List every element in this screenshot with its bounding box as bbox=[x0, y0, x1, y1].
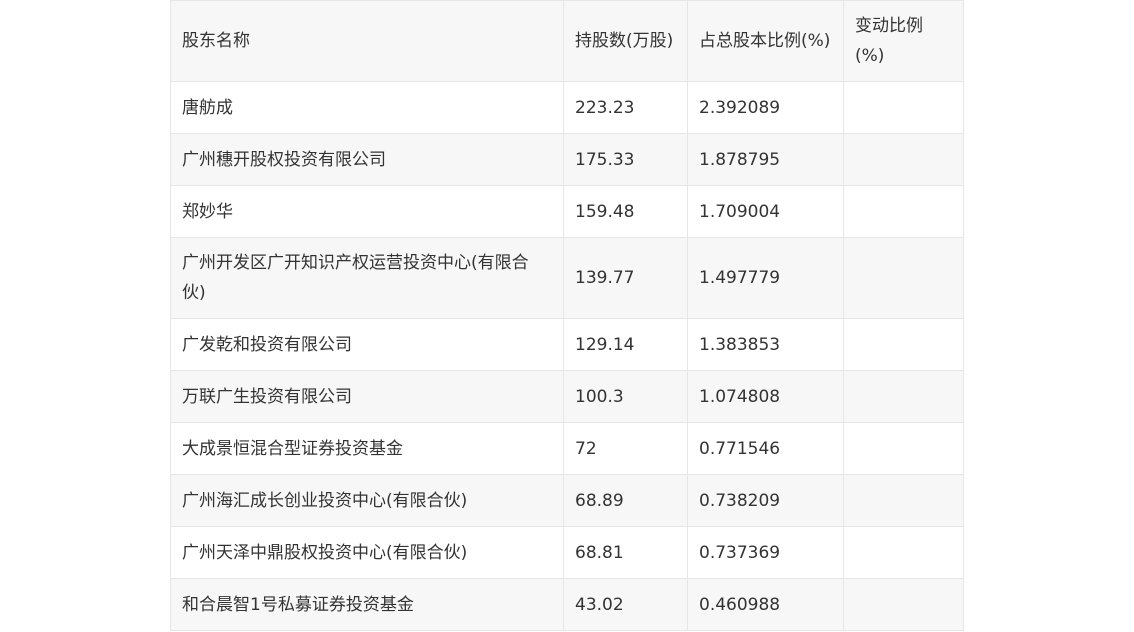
cell-shares: 129.14 bbox=[563, 318, 688, 371]
cell-shares: 139.77 bbox=[563, 237, 688, 319]
cell-ratio: 1.383853 bbox=[687, 318, 844, 371]
cell-ratio: 2.392089 bbox=[687, 81, 844, 134]
cell-change bbox=[843, 185, 964, 238]
cell-name: 大成景恒混合型证券投资基金 bbox=[170, 422, 564, 475]
header-ratio: 占总股本比例(%) bbox=[687, 0, 844, 82]
cell-shares: 159.48 bbox=[563, 185, 688, 238]
header-shareholder-name: 股东名称 bbox=[170, 0, 564, 82]
cell-change bbox=[843, 474, 964, 527]
shareholder-table: 股东名称 持股数(万股) 占总股本比例(%) 变动比例(%) 唐舫成 223.2… bbox=[170, 0, 964, 631]
cell-ratio: 1.074808 bbox=[687, 370, 844, 423]
cell-change bbox=[843, 370, 964, 423]
cell-change bbox=[843, 526, 964, 579]
cell-ratio: 1.497779 bbox=[687, 237, 844, 319]
cell-ratio: 1.709004 bbox=[687, 185, 844, 238]
table-row: 广州穗开股权投资有限公司 175.33 1.878795 bbox=[170, 133, 964, 186]
table-row: 郑妙华 159.48 1.709004 bbox=[170, 185, 964, 238]
table-row: 广州海汇成长创业投资中心(有限合伙) 68.89 0.738209 bbox=[170, 474, 964, 527]
cell-name: 郑妙华 bbox=[170, 185, 564, 238]
table-row: 唐舫成 223.23 2.392089 bbox=[170, 81, 964, 134]
table-row: 和合晨智1号私募证券投资基金 43.02 0.460988 bbox=[170, 578, 964, 631]
header-shares: 持股数(万股) bbox=[563, 0, 688, 82]
table-body: 唐舫成 223.23 2.392089 广州穗开股权投资有限公司 175.33 … bbox=[170, 81, 964, 631]
cell-name: 万联广生投资有限公司 bbox=[170, 370, 564, 423]
table-header: 股东名称 持股数(万股) 占总股本比例(%) 变动比例(%) bbox=[170, 0, 964, 82]
cell-ratio: 1.878795 bbox=[687, 133, 844, 186]
cell-change bbox=[843, 237, 964, 319]
cell-shares: 72 bbox=[563, 422, 688, 475]
cell-name: 唐舫成 bbox=[170, 81, 564, 134]
table-row: 广州开发区广开知识产权运营投资中心(有限合伙) 139.77 1.497779 bbox=[170, 237, 964, 319]
cell-name: 广州穗开股权投资有限公司 bbox=[170, 133, 564, 186]
cell-ratio: 0.460988 bbox=[687, 578, 844, 631]
cell-change bbox=[843, 578, 964, 631]
shareholder-table-container: 股东名称 持股数(万股) 占总股本比例(%) 变动比例(%) 唐舫成 223.2… bbox=[170, 0, 964, 631]
table-row: 万联广生投资有限公司 100.3 1.074808 bbox=[170, 370, 964, 423]
cell-name: 广发乾和投资有限公司 bbox=[170, 318, 564, 371]
table-row: 广发乾和投资有限公司 129.14 1.383853 bbox=[170, 318, 964, 371]
cell-shares: 100.3 bbox=[563, 370, 688, 423]
header-row: 股东名称 持股数(万股) 占总股本比例(%) 变动比例(%) bbox=[170, 0, 964, 82]
header-change: 变动比例(%) bbox=[843, 0, 964, 82]
cell-shares: 223.23 bbox=[563, 81, 688, 134]
cell-change bbox=[843, 81, 964, 134]
cell-shares: 175.33 bbox=[563, 133, 688, 186]
cell-name: 和合晨智1号私募证券投资基金 bbox=[170, 578, 564, 631]
cell-shares: 68.81 bbox=[563, 526, 688, 579]
cell-change bbox=[843, 422, 964, 475]
cell-shares: 68.89 bbox=[563, 474, 688, 527]
cell-change bbox=[843, 318, 964, 371]
cell-ratio: 0.738209 bbox=[687, 474, 844, 527]
cell-ratio: 0.771546 bbox=[687, 422, 844, 475]
cell-ratio: 0.737369 bbox=[687, 526, 844, 579]
table-row: 大成景恒混合型证券投资基金 72 0.771546 bbox=[170, 422, 964, 475]
table-row: 广州天泽中鼎股权投资中心(有限合伙) 68.81 0.737369 bbox=[170, 526, 964, 579]
cell-name: 广州天泽中鼎股权投资中心(有限合伙) bbox=[170, 526, 564, 579]
cell-name: 广州开发区广开知识产权运营投资中心(有限合伙) bbox=[170, 237, 564, 319]
cell-name: 广州海汇成长创业投资中心(有限合伙) bbox=[170, 474, 564, 527]
cell-shares: 43.02 bbox=[563, 578, 688, 631]
cell-change bbox=[843, 133, 964, 186]
